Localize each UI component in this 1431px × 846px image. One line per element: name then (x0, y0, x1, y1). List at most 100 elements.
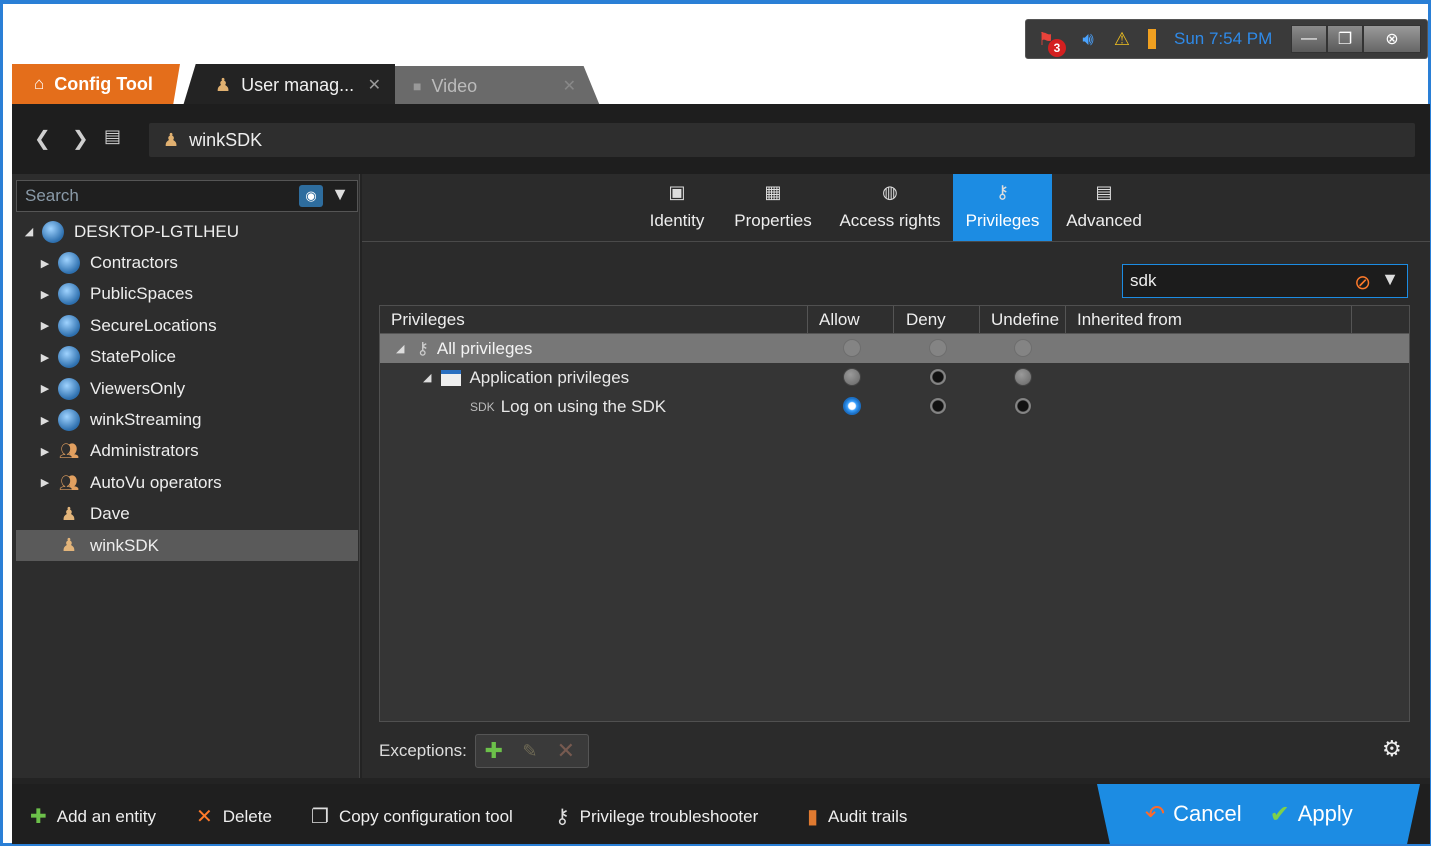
collapse-arrow-icon[interactable]: ◢ (423, 371, 431, 384)
delete-button[interactable]: ✕ Delete (196, 804, 272, 829)
tab-privileges-label: Privileges (965, 211, 1040, 230)
apply-label: Apply (1297, 801, 1353, 826)
tab-config-tool[interactable]: ⌂ Config Tool (12, 64, 180, 104)
tab-video[interactable]: ■ Video ✕ (395, 66, 600, 106)
search-input[interactable] (25, 186, 295, 206)
table-row[interactable]: ◢ ⚷ All privileges (380, 334, 1409, 363)
close-tab-icon[interactable]: ✕ (368, 75, 381, 95)
server-icon (42, 220, 64, 243)
grid-header: Privileges Allow Deny Undefine Inherited… (380, 306, 1409, 334)
tree-item[interactable]: ▶ Contractors (16, 247, 358, 278)
close-tab-icon[interactable]: ✕ (563, 76, 576, 96)
forward-arrow-icon[interactable]: ❯ (72, 126, 89, 151)
close-button[interactable]: ⊗ (1363, 25, 1421, 53)
expand-arrow-icon[interactable]: ▶ (38, 288, 52, 301)
table-row[interactable]: ◢ Application privileges (380, 363, 1409, 392)
expand-arrow-icon[interactable]: ▶ (38, 319, 52, 332)
deny-radio[interactable] (929, 368, 947, 386)
tab-privileges[interactable]: ⚷ Privileges (953, 174, 1052, 241)
audit-trails-button[interactable]: ▮ Audit trails (807, 804, 907, 829)
privileges-icon: ⚷ (416, 338, 429, 358)
action-buttons: ↶ Cancel ✔ Apply (1097, 784, 1420, 844)
undefine-radio[interactable] (1014, 397, 1032, 415)
edit-exception-button[interactable]: ✎ (512, 741, 548, 762)
tab-advanced[interactable]: ▤ Advanced (1060, 174, 1148, 241)
column-deny[interactable]: Deny (894, 306, 980, 334)
tab-access-rights[interactable]: ◍ Access rights (832, 174, 948, 241)
alarm-count-badge: 3 (1048, 39, 1066, 57)
expand-arrow-icon[interactable]: ▶ (38, 414, 52, 427)
tree-item[interactable]: ▶ 👥︎ AutoVu operators (16, 467, 358, 498)
task-list-icon[interactable]: ▤ (104, 126, 121, 147)
clear-filter-icon[interactable]: ⊘ (1354, 270, 1371, 295)
tree-item[interactable]: ▶ StatePolice (16, 342, 358, 373)
user-group-icon: 👥︎ (58, 443, 80, 461)
partition-icon (58, 252, 80, 275)
tree-item[interactable]: ▶ ViewersOnly (16, 373, 358, 404)
tab-identity[interactable]: ▣ Identity (638, 174, 716, 241)
delete-exception-button[interactable]: ✕ (548, 738, 584, 764)
privilege-filter: ⊘ ▼ (1122, 264, 1408, 298)
tree-item-label: AutoVu operators (90, 472, 222, 492)
expand-arrow-icon[interactable]: ▶ (38, 382, 52, 395)
tab-user-management[interactable]: ♟ User manag... ✕ (183, 64, 395, 106)
tree-item-selected[interactable]: ♟ winkSDK (16, 529, 358, 562)
add-entity-button[interactable]: ✚ Add an entity (30, 804, 156, 829)
tab-user-management-label: User manag... (241, 74, 355, 95)
column-allow[interactable]: Allow (808, 306, 894, 334)
copy-config-button[interactable]: ❐ Copy configuration tool (311, 804, 513, 829)
tree-item[interactable]: ▶ SecureLocations (16, 310, 358, 341)
allow-radio[interactable] (843, 339, 861, 357)
expand-arrow-icon[interactable]: ▶ (38, 476, 52, 489)
navigation-bar: ❮ ❯ ▤ ♟ winkSDK (12, 104, 1430, 174)
undefine-radio[interactable] (1014, 368, 1032, 386)
table-row[interactable]: SDK Log on using the SDK (380, 392, 1409, 421)
collapse-arrow-icon[interactable]: ◢ (396, 342, 404, 355)
deny-radio[interactable] (929, 397, 947, 415)
add-exception-button[interactable]: ✚ (476, 738, 512, 764)
cancel-label: Cancel (1173, 801, 1242, 826)
tree-item[interactable]: ▶ winkStreaming (16, 404, 358, 435)
row-name: SDK Log on using the SDK (380, 392, 810, 421)
filter-icon[interactable]: ▼ (1381, 269, 1399, 290)
minimize-button[interactable]: — (1291, 25, 1327, 53)
expand-arrow-icon[interactable]: ▶ (38, 257, 52, 270)
column-inherited-from[interactable]: Inherited from (1066, 306, 1352, 334)
user-icon: ♟ (60, 503, 78, 524)
deny-radio[interactable] (929, 339, 947, 357)
tab-properties[interactable]: ▦ Properties (728, 174, 818, 241)
undefine-radio[interactable] (1014, 339, 1032, 357)
apply-button[interactable]: ✔ Apply (1270, 800, 1353, 829)
delete-label: Delete (222, 806, 272, 826)
maximize-button[interactable]: ❐ (1327, 25, 1363, 53)
allow-radio[interactable] (843, 368, 861, 386)
filter-icon[interactable]: ▼ (331, 184, 349, 205)
partition-icon (58, 346, 80, 369)
search-scope-icon[interactable]: ◉ (299, 185, 323, 207)
back-arrow-icon[interactable]: ❮ (34, 126, 51, 151)
gear-icon[interactable]: ⚙ (1382, 736, 1402, 762)
alarm-icon[interactable]: ⚑ 3 (1032, 25, 1066, 57)
column-privileges[interactable]: Privileges (380, 306, 808, 334)
clock[interactable]: Sun 7:54 PM (1174, 29, 1272, 49)
column-undefine[interactable]: Undefine (980, 306, 1066, 334)
volume-icon[interactable]: 🔊︎ (1074, 25, 1102, 53)
breadcrumb-current[interactable]: winkSDK (189, 130, 262, 151)
warning-icon[interactable]: ⚠ (1108, 25, 1136, 53)
privilege-troubleshooter-button[interactable]: ⚷ Privilege troubleshooter (555, 804, 758, 829)
cancel-button[interactable]: ↶ Cancel (1145, 800, 1242, 829)
tree-item[interactable]: ▶ PublicSpaces (16, 279, 358, 310)
expand-arrow-icon[interactable]: ▶ (38, 351, 52, 364)
privilege-filter-input[interactable] (1130, 271, 1340, 291)
tree-item[interactable]: ♟ Dave (16, 499, 358, 530)
tree-item[interactable]: ▶ 👥︎ Administrators (16, 436, 358, 467)
tree-item-label: StatePolice (90, 347, 176, 367)
undo-icon: ↶ (1145, 800, 1166, 828)
tree-root[interactable]: ◢ DESKTOP-LGTLHEU (16, 216, 358, 247)
tree-item-label: Contractors (90, 253, 178, 273)
allow-radio[interactable] (843, 397, 861, 415)
collapse-arrow-icon[interactable]: ◢ (22, 225, 36, 238)
expand-arrow-icon[interactable]: ▶ (38, 445, 52, 458)
application-icon (441, 369, 462, 386)
tree-item-label: Administrators (90, 441, 199, 461)
